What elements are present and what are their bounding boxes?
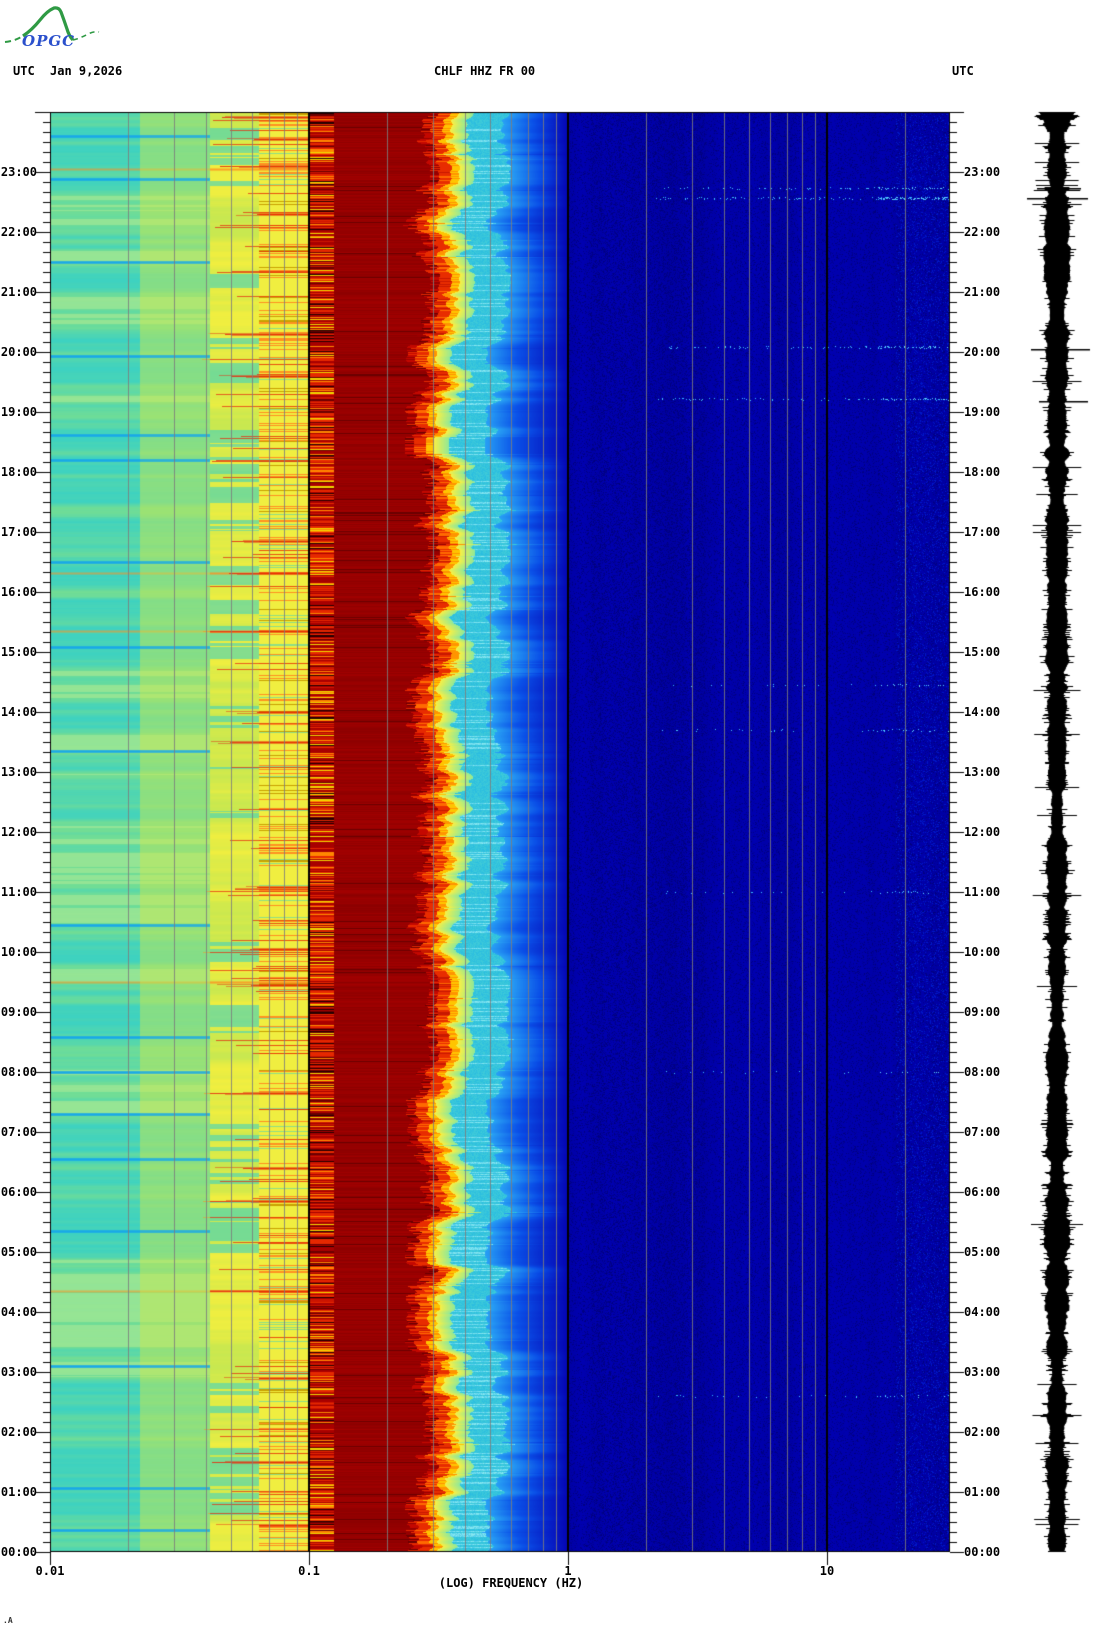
hour-label-right-21:00: 21:00 [964,285,1001,299]
hour-label-left-11:00: 11:00 [0,885,37,899]
hour-label-right-03:00: 03:00 [964,1365,1001,1379]
hour-label-right-04:00: 04:00 [964,1305,1001,1319]
hour-label-left-19:00: 19:00 [0,405,37,419]
hour-label-right-09:00: 09:00 [964,1005,1001,1019]
utc-right-label: UTC [952,64,974,78]
hour-label-left-08:00: 08:00 [0,1065,37,1079]
hour-label-right-16:00: 16:00 [964,585,1001,599]
logo-curve-left-dash [4,35,24,43]
hour-label-right-18:00: 18:00 [964,465,1001,479]
hour-label-right-11:00: 11:00 [964,885,1001,899]
hour-label-right-14:00: 14:00 [964,705,1001,719]
hour-label-left-21:00: 21:00 [0,285,37,299]
hour-label-left-04:00: 04:00 [0,1305,37,1319]
hour-label-left-01:00: 01:00 [0,1485,37,1499]
hour-label-right-02:00: 02:00 [964,1425,1001,1439]
hour-label-left-15:00: 15:00 [0,645,37,659]
hour-label-right-07:00: 07:00 [964,1125,1001,1139]
hour-label-right-17:00: 17:00 [964,525,1001,539]
hour-label-right-01:00: 01:00 [964,1485,1001,1499]
x-tick-label-0.1: 0.1 [298,1564,320,1578]
opgc-logo: OPGC [4,6,100,50]
hour-label-left-14:00: 14:00 [0,705,37,719]
hour-label-right-15:00: 15:00 [964,645,1001,659]
hour-label-right-13:00: 13:00 [964,765,1001,779]
logo-curve-right-dash [72,30,100,41]
x-tick-label-0.01: 0.01 [35,1564,65,1578]
spectrogram-plot-canvas [0,0,1102,1634]
hour-label-left-20:00: 20:00 [0,345,37,359]
plot-title: CHLF HHZ FR 00 [434,64,536,78]
hour-label-right-08:00: 08:00 [964,1065,1001,1079]
hour-label-left-22:00: 22:00 [0,225,37,239]
hour-label-left-10:00: 10:00 [0,945,37,959]
hour-label-left-13:00: 13:00 [0,765,37,779]
hour-label-right-20:00: 20:00 [964,345,1001,359]
hour-label-left-06:00: 06:00 [0,1185,37,1199]
hour-label-right-06:00: 06:00 [964,1185,1001,1199]
hour-label-right-00:00: 00:00 [964,1545,1001,1559]
x-tick-label-10: 10 [819,1564,835,1578]
hour-label-left-00:00: 00:00 [0,1545,37,1559]
hour-label-right-22:00: 22:00 [964,225,1001,239]
logo-text: OPGC [22,32,75,50]
hour-label-right-19:00: 19:00 [964,405,1001,419]
hour-label-left-18:00: 18:00 [0,465,37,479]
corner-footnote: .A [3,1616,13,1625]
hour-label-left-07:00: 07:00 [0,1125,37,1139]
hour-label-right-05:00: 05:00 [964,1245,1001,1259]
hour-label-left-16:00: 16:00 [0,585,37,599]
hour-label-left-05:00: 05:00 [0,1245,37,1259]
hour-label-left-02:00: 02:00 [0,1425,37,1439]
hour-label-right-23:00: 23:00 [964,165,1001,179]
hour-label-left-09:00: 09:00 [0,1005,37,1019]
hour-label-right-12:00: 12:00 [964,825,1001,839]
hour-label-left-03:00: 03:00 [0,1365,37,1379]
hour-label-left-12:00: 12:00 [0,825,37,839]
x-axis-label: (LOG) FREQUENCY (HZ) [438,1576,584,1590]
date-label: Jan 9,2026 [50,64,123,78]
hour-label-right-10:00: 10:00 [964,945,1001,959]
utc-left-label: UTC [13,64,35,78]
hour-label-left-23:00: 23:00 [0,165,37,179]
spectrogram-page: OPGC UTC Jan 9,2026 CHLF HHZ FR 00 UTC 0… [0,0,1102,1634]
hour-label-left-17:00: 17:00 [0,525,37,539]
